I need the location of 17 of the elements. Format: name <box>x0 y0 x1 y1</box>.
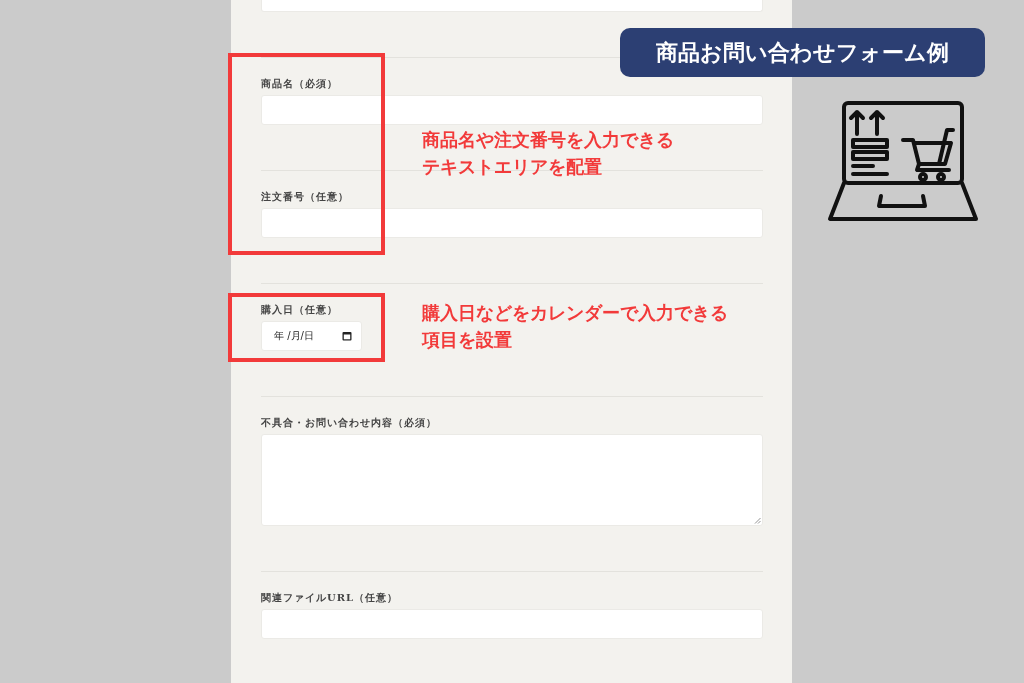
field-label: 商品名（必須） <box>261 78 338 90</box>
annotation-text: 商品名や注文番号を入力できる テキストエリアを配置 <box>422 128 674 179</box>
input-field[interactable] <box>261 609 763 639</box>
field-label: 購入日（任意） <box>261 304 338 316</box>
calendar-icon[interactable] <box>342 331 352 341</box>
input-field[interactable] <box>261 0 763 12</box>
title-badge: 商品お問い合わせフォーム例 <box>620 28 985 77</box>
field-label: 不具合・お問い合わせ内容（必須） <box>261 417 437 429</box>
field-label: 注文番号（任意） <box>261 191 349 203</box>
annotation-text: 購入日などをカレンダーで入力できる 項目を設置 <box>422 301 728 352</box>
laptop-cart-icon <box>827 100 979 224</box>
resize-grip-icon[interactable] <box>754 517 761 524</box>
date-field[interactable]: 年 /月/日 <box>261 321 362 351</box>
input-field[interactable] <box>261 95 763 125</box>
field-label: 関連ファイルURL（任意） <box>261 592 399 604</box>
input-field[interactable] <box>261 208 763 238</box>
text-area[interactable] <box>261 434 763 526</box>
